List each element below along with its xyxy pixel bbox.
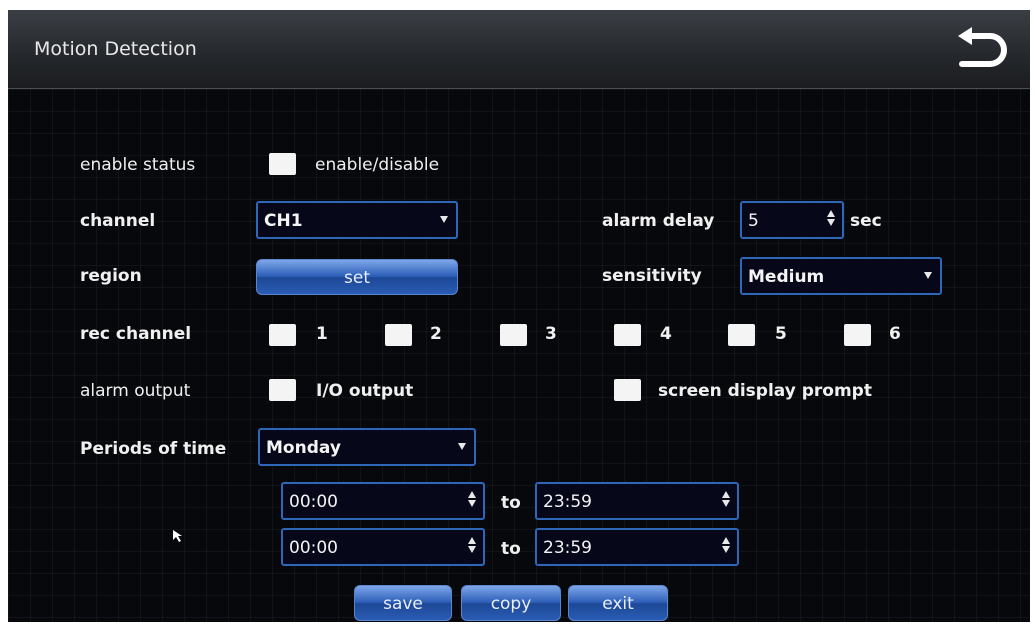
chevron-down-icon bbox=[458, 443, 466, 450]
screen-prompt-label: screen display prompt bbox=[658, 381, 872, 401]
enable-checkbox[interactable] bbox=[269, 153, 296, 175]
rec-channel-checkbox-4[interactable] bbox=[614, 324, 641, 346]
alarm-output-label: alarm output bbox=[80, 381, 191, 401]
rec-channel-checkbox-6[interactable] bbox=[844, 324, 871, 346]
to-label: to bbox=[501, 539, 521, 559]
return-arrow-icon[interactable] bbox=[950, 24, 1012, 74]
period2-from-value: 00:00 bbox=[289, 538, 338, 558]
period1-to-value: 23:59 bbox=[543, 492, 592, 512]
rec-channel-checkbox-2[interactable] bbox=[385, 324, 412, 346]
copy-button[interactable]: copy bbox=[461, 585, 561, 621]
rec-channel-number: 3 bbox=[545, 324, 557, 344]
channel-select[interactable]: CH1 bbox=[256, 201, 458, 239]
enable-status-label: enable status bbox=[80, 155, 196, 175]
rec-channel-checkbox-3[interactable] bbox=[500, 324, 527, 346]
rec-channel-label: rec channel bbox=[80, 324, 192, 344]
enable-option-label: enable/disable bbox=[315, 155, 440, 175]
period1-from-value: 00:00 bbox=[289, 492, 338, 512]
period1-to-input[interactable]: 23:59 bbox=[535, 482, 739, 520]
rec-channel-number: 2 bbox=[430, 324, 442, 344]
channel-value: CH1 bbox=[264, 211, 303, 231]
mouse-pointer-icon bbox=[173, 530, 182, 542]
spinner-arrows-icon[interactable] bbox=[467, 535, 477, 561]
chevron-down-icon bbox=[924, 272, 932, 279]
save-button[interactable]: save bbox=[354, 585, 452, 621]
spinner-arrows-icon[interactable] bbox=[826, 208, 836, 234]
periods-label: Periods of time bbox=[80, 439, 227, 459]
period2-from-input[interactable]: 00:00 bbox=[281, 528, 485, 566]
exit-button[interactable]: exit bbox=[568, 585, 668, 621]
rec-channel-number: 5 bbox=[775, 324, 787, 344]
io-output-label: I/O output bbox=[316, 381, 414, 401]
spinner-arrows-icon[interactable] bbox=[467, 489, 477, 515]
screen-prompt-checkbox[interactable] bbox=[614, 379, 641, 401]
period-day-select[interactable]: Monday bbox=[258, 428, 476, 466]
sensitivity-select[interactable]: Medium bbox=[740, 257, 942, 295]
period1-from-input[interactable]: 00:00 bbox=[281, 482, 485, 520]
sensitivity-label: sensitivity bbox=[602, 266, 702, 286]
period2-to-input[interactable]: 23:59 bbox=[535, 528, 739, 566]
window-title: Motion Detection bbox=[34, 38, 197, 60]
spinner-arrows-icon[interactable] bbox=[721, 535, 731, 561]
io-output-checkbox[interactable] bbox=[269, 379, 296, 401]
alarm-delay-label: alarm delay bbox=[602, 211, 715, 231]
chevron-down-icon bbox=[440, 216, 448, 223]
to-label: to bbox=[501, 493, 521, 513]
period-day-value: Monday bbox=[266, 438, 341, 458]
alarm-delay-value: 5 bbox=[748, 211, 759, 231]
rec-channel-number: 6 bbox=[889, 324, 901, 344]
region-set-button[interactable]: set bbox=[256, 259, 458, 295]
spinner-arrows-icon[interactable] bbox=[721, 489, 731, 515]
motion-detection-window: Motion Detection enable status enable/di… bbox=[8, 10, 1030, 622]
rec-channel-number: 4 bbox=[660, 324, 672, 344]
sensitivity-value: Medium bbox=[748, 267, 825, 287]
region-label: region bbox=[80, 266, 142, 286]
rec-channel-checkbox-5[interactable] bbox=[728, 324, 755, 346]
settings-panel: enable status enable/disable channel CH1… bbox=[8, 89, 1030, 622]
period2-to-value: 23:59 bbox=[543, 538, 592, 558]
rec-channel-number: 1 bbox=[316, 324, 328, 344]
title-bar: Motion Detection bbox=[8, 10, 1030, 89]
channel-label: channel bbox=[80, 211, 156, 231]
rec-channel-checkbox-1[interactable] bbox=[269, 324, 296, 346]
alarm-delay-unit: sec bbox=[850, 211, 882, 231]
alarm-delay-spinner[interactable]: 5 bbox=[740, 201, 844, 239]
